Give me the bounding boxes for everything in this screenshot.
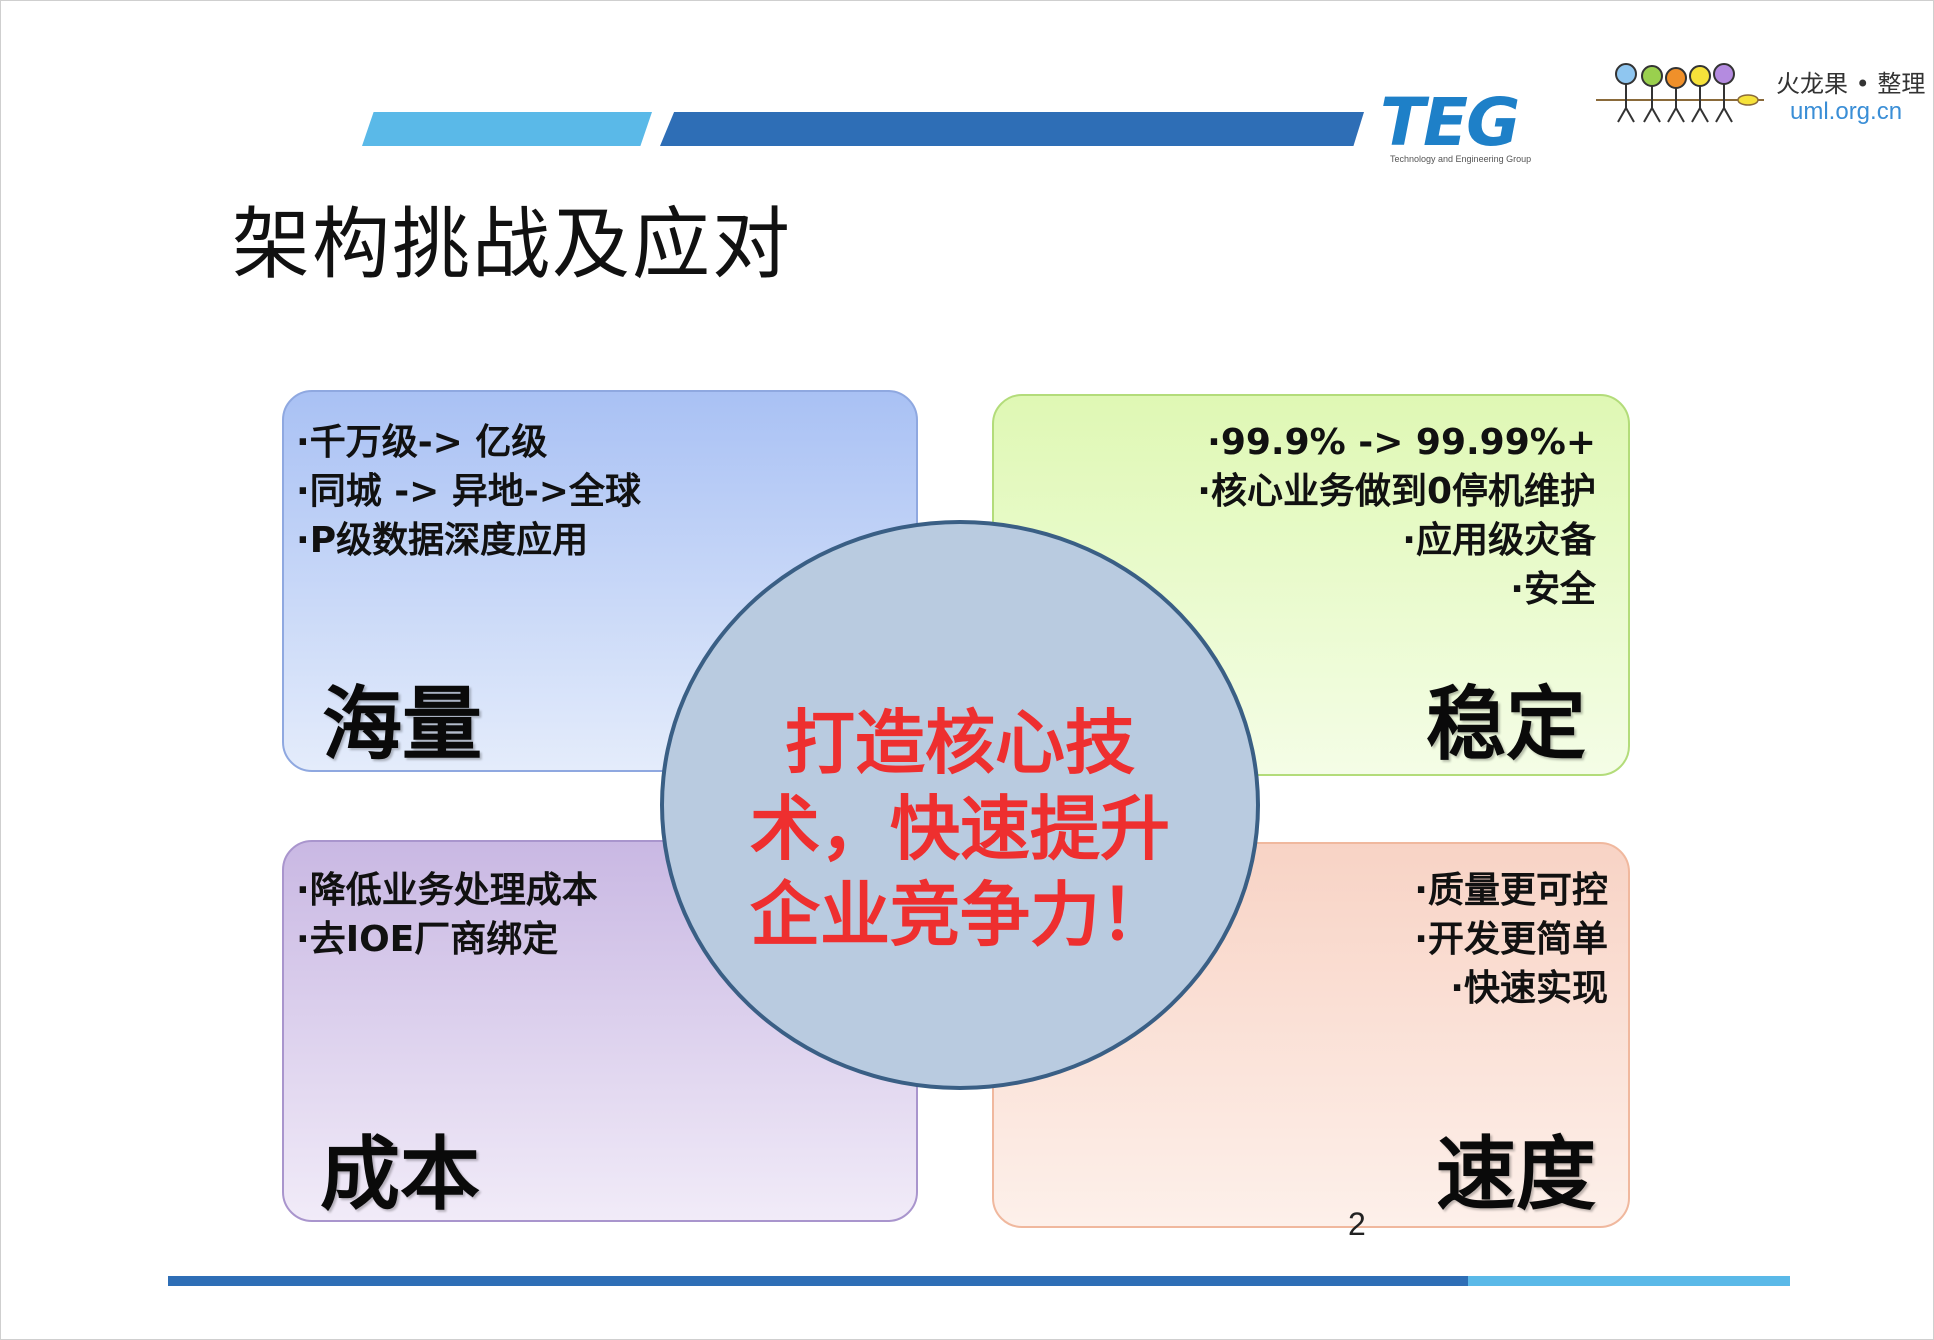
brand-name: 火龙果 • 整理: [1776, 70, 1926, 98]
volume-label: 海量: [322, 678, 482, 771]
bullet-item: 安全: [1197, 565, 1596, 614]
stability-bullet-list: 99.9% -> 99.99%+ 核心业务做到0停机维护 应用级灾备 安全: [1197, 418, 1596, 614]
header-stripe-light: [362, 112, 652, 146]
cost-label: 成本: [320, 1128, 480, 1221]
teg-logo: TEG Technology and Engineering Group: [1380, 84, 1532, 165]
bullet-item: 同城 -> 异地->全球: [296, 467, 641, 516]
bullet-item: 去IOE厂商绑定: [296, 915, 598, 964]
speed-label: 速度: [1436, 1128, 1596, 1221]
bullet-item: 快速实现: [1414, 964, 1608, 1013]
teg-logo-text: TEG: [1380, 84, 1520, 161]
stability-label: 稳定: [1426, 678, 1586, 771]
center-line: 打造核心技: [785, 702, 1135, 784]
teg-logo-subtitle: Technology and Engineering Group: [1390, 154, 1532, 164]
footer-stripe-light: [1468, 1276, 1790, 1286]
footer-stripe-dark: [168, 1276, 1468, 1286]
bullet-item: 千万级-> 亿级: [296, 418, 641, 467]
bullet-item: 降低业务处理成本: [296, 866, 598, 915]
center-line: 企业竞争力！: [750, 874, 1170, 956]
bullet-item: 应用级灾备: [1197, 516, 1596, 565]
uml-people-logo-icon: [1596, 63, 1764, 123]
brand-url: uml.org.cn: [1790, 98, 1903, 125]
bullet-item: 开发更简单: [1414, 915, 1608, 964]
header-stripe-dark: [660, 112, 1364, 146]
center-message: 打造核心技 术，快速提升 企业竞争力！: [720, 700, 1200, 958]
page-number: 2: [1348, 1206, 1366, 1242]
speed-bullet-list: 质量更可控 开发更简单 快速实现: [1414, 866, 1608, 1013]
slide-title: 架构挑战及应对: [232, 200, 793, 290]
volume-bullet-list: 千万级-> 亿级 同城 -> 异地->全球 P级数据深度应用: [296, 418, 641, 565]
center-line: 术，快速提升: [750, 788, 1170, 870]
cost-bullet-list: 降低业务处理成本 去IOE厂商绑定: [296, 866, 598, 964]
bullet-item: 质量更可控: [1414, 866, 1608, 915]
bullet-item: 99.9% -> 99.99%+: [1197, 418, 1596, 467]
bullet-item: 核心业务做到0停机维护: [1197, 467, 1596, 516]
bullet-item: P级数据深度应用: [296, 516, 641, 565]
